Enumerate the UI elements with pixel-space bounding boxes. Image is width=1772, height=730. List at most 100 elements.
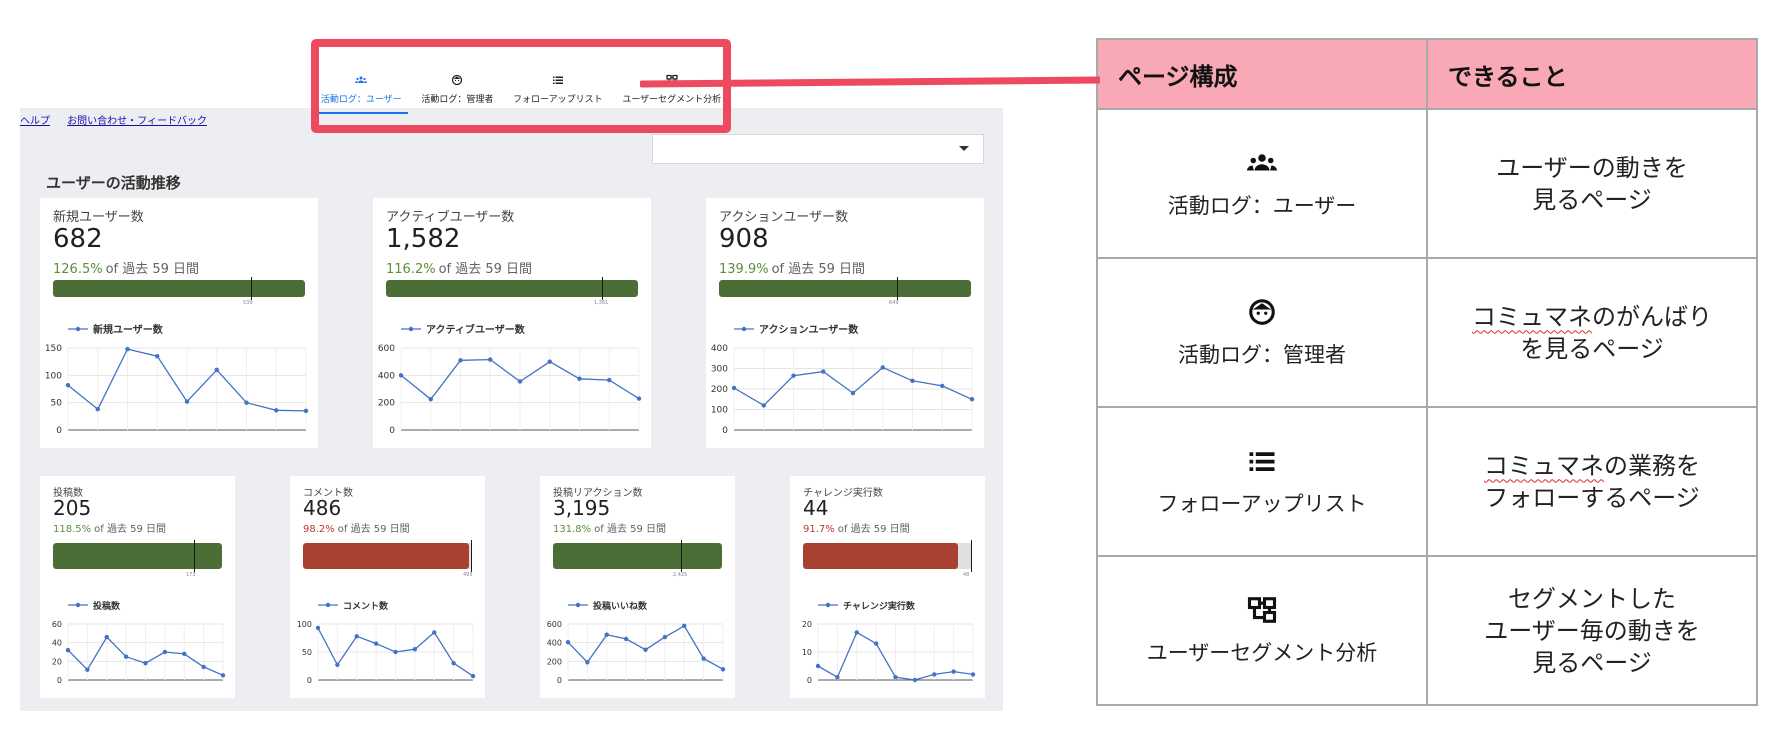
comparison-text: 139.9% of 過去 59 日間 — [719, 258, 865, 277]
target-label: 649 — [889, 300, 899, 306]
description-cell: コミュマネの業務を フォローするページ — [1426, 406, 1758, 557]
legend-marker — [75, 602, 81, 608]
tab-user-segment[interactable]: ユーザーセグメント分析 — [616, 74, 727, 112]
data-point — [432, 630, 437, 635]
scorecard: アクティブユーザー数 1,582 116.2% of 過去 59 日間 1,361 アクテ… — [373, 198, 651, 448]
metric-value: 908 — [719, 224, 769, 254]
legend-label: コメント数 — [343, 600, 389, 612]
list-icon — [552, 76, 563, 84]
comparison-percent: 118.5% — [53, 524, 92, 535]
data-point — [125, 346, 130, 352]
list-icon — [1249, 451, 1275, 471]
data-point — [854, 630, 859, 635]
data-point — [412, 647, 418, 652]
page-name: ユーザーセグメント分析 — [1146, 640, 1378, 665]
section-title: ユーザーの活動推移 — [46, 174, 181, 192]
y-tick-label: 400 — [547, 639, 562, 648]
data-point — [123, 654, 129, 659]
comparison-suffix: of 過去 59 日間 — [837, 524, 910, 535]
comparison-percent: 139.9% — [719, 262, 769, 277]
data-point — [398, 373, 404, 378]
progress-bar — [53, 543, 222, 569]
data-point — [155, 354, 160, 359]
data-point — [244, 400, 249, 405]
progress-fill — [53, 543, 222, 569]
data-point — [470, 673, 476, 679]
line-chart: チャレンジ実行数 0 10 20 — [802, 600, 976, 685]
data-point — [969, 397, 975, 402]
description-cell: コミュマネのがんばり を見るページ — [1426, 257, 1758, 408]
legend-label: 投稿数 — [93, 600, 121, 612]
description-line: ユーザー毎の動きを — [1484, 616, 1700, 645]
data-point — [220, 673, 226, 678]
comparison-percent: 116.2% — [386, 262, 436, 277]
page-structure-table: ページ構成 できること 活動ログ：ユーザー ユーザーの動きを 見るページ 活動ロ… — [1096, 38, 1758, 706]
table-row: ユーザーセグメント分析 セグメントした ユーザー毎の動きを 見るページ — [1096, 555, 1758, 706]
target-marker — [971, 540, 972, 572]
description-line: のがんばり — [1592, 302, 1712, 331]
y-tick-label: 40 — [52, 639, 62, 648]
page-cell: 活動ログ：ユーザー — [1096, 108, 1428, 259]
data-point — [95, 407, 100, 412]
data-point — [162, 649, 168, 655]
comparison-percent: 98.2% — [303, 524, 335, 535]
target-marker — [681, 540, 682, 572]
comparison-text: 126.5% of 過去 59 日間 — [53, 258, 199, 277]
data-point — [354, 634, 359, 639]
progress-fill — [386, 280, 638, 297]
y-tick-label: 50 — [51, 399, 63, 409]
line-chart: 新規ユーザー数 0 50 100 150 — [45, 323, 309, 436]
target-label: 2,425 — [673, 572, 688, 578]
data-point — [585, 660, 590, 665]
comparison-text: 91.7% of 過去 59 日間 — [803, 520, 910, 535]
table-header-row: ページ構成 できること — [1096, 38, 1758, 110]
legend-label: チャレンジ実行数 — [843, 600, 916, 612]
chart-legend: 投稿数 — [68, 600, 121, 612]
chart-legend: 新規ユーザー数 — [68, 323, 164, 336]
data-point — [662, 634, 668, 640]
description-line: を見るページ — [1520, 334, 1664, 363]
tab-activity-user[interactable]: 活動ログ：ユーザー — [314, 74, 408, 114]
data-point — [893, 675, 898, 680]
description-line: ユーザーの動きを — [1496, 153, 1688, 182]
comparison-text: 98.2% of 過去 59 日間 — [303, 520, 410, 535]
data-point — [607, 377, 612, 383]
y-tick-label: 10 — [802, 648, 812, 657]
chart-legend: アクションユーザー数 — [734, 323, 859, 336]
comparison-suffix: of 過去 59 日間 — [94, 524, 167, 535]
y-tick-label: 20 — [802, 620, 812, 629]
table-row: 活動ログ：ユーザー ユーザーの動きを 見るページ — [1096, 108, 1758, 259]
table-row: フォローアップリスト コミュマネの業務を フォローするページ — [1096, 406, 1758, 557]
page-name: フォローアップリスト — [1157, 491, 1367, 516]
page-cell: ユーザーセグメント分析 — [1096, 555, 1428, 706]
feedback-link[interactable]: お問い合わせ・フィードバック — [67, 116, 207, 127]
scorecard: コメント数 486 98.2% of 過去 59 日間 495 コメント数 0 50 100 — [290, 476, 485, 698]
tab-activity-admin[interactable]: 活動ログ：管理者 — [415, 74, 499, 112]
group-icon — [355, 76, 368, 83]
y-tick-label: 0 — [56, 426, 62, 436]
y-tick-label: 0 — [807, 676, 812, 685]
metric-value: 1,582 — [386, 224, 461, 254]
y-tick-label: 150 — [45, 344, 62, 354]
line-chart: 投稿いいね数 0 200 400 600 — [547, 600, 726, 685]
metric-value: 486 — [303, 496, 342, 520]
data-point — [184, 399, 190, 404]
data-point — [932, 672, 937, 677]
filter-dropdown[interactable] — [652, 134, 984, 164]
help-link[interactable]: ヘルプ — [20, 116, 50, 127]
comparison-suffix: of 過去 59 日間 — [594, 524, 667, 535]
tab-followup-list[interactable]: フォローアップリスト — [507, 74, 609, 112]
comparison-text: 131.8% of 過去 59 日間 — [553, 520, 666, 535]
scorecard: 新規ユーザー数 682 126.5% of 過去 59 日間 539 新規ユーザー数 0 50… — [40, 198, 318, 448]
data-point — [731, 385, 737, 391]
y-tick-label: 50 — [302, 648, 312, 657]
y-tick-label: 0 — [722, 426, 728, 436]
y-tick-label: 400 — [711, 344, 728, 354]
data-point — [951, 669, 956, 674]
data-point — [761, 403, 766, 408]
comparison-suffix: of 過去 59 日間 — [438, 262, 533, 277]
line-chart: 投稿数 0 20 40 60 — [52, 600, 226, 685]
group-icon — [1247, 153, 1277, 170]
data-point — [65, 382, 71, 388]
metric-value: 682 — [53, 224, 103, 254]
